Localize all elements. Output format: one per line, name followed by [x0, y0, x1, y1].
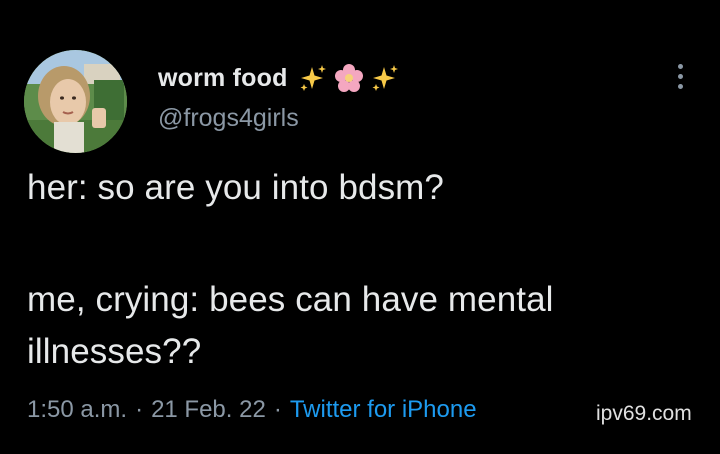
display-name[interactable]: worm food [158, 64, 288, 93]
tweet-text-line: her: so are you into bdsm? [27, 168, 444, 207]
avatar-image [24, 50, 127, 153]
avatar[interactable] [24, 50, 127, 153]
more-dot [677, 83, 683, 89]
meta-separator: · [135, 396, 144, 423]
tweet-card: worm food @frogs4girls her: so are you i… [0, 0, 720, 454]
watermark: ipv69.com [596, 402, 692, 425]
tweet-time[interactable]: 1:50 a.m. [27, 396, 127, 424]
tweet-meta: 1:50 a.m. · 21 Feb. 22 · Twitter for iPh… [27, 396, 477, 424]
tweet-source-link[interactable]: Twitter for iPhone [290, 396, 477, 424]
name-emoji-group [298, 63, 400, 93]
sparkles-icon [372, 65, 398, 91]
more-dot [677, 73, 683, 79]
sparkles-icon [300, 65, 326, 91]
more-vertical-icon[interactable] [668, 58, 692, 94]
author-handle[interactable]: @frogs4girls [158, 104, 299, 133]
author-name-row: worm food [158, 60, 400, 96]
tweet-date[interactable]: 21 Feb. 22 [151, 396, 266, 424]
tweet-text-line: illnesses?? [27, 332, 202, 371]
cherry-blossom-icon [334, 64, 363, 92]
meta-separator: · [273, 396, 282, 423]
more-dot [677, 63, 683, 69]
tweet-text-line: me, crying: bees can have mental [27, 280, 554, 319]
